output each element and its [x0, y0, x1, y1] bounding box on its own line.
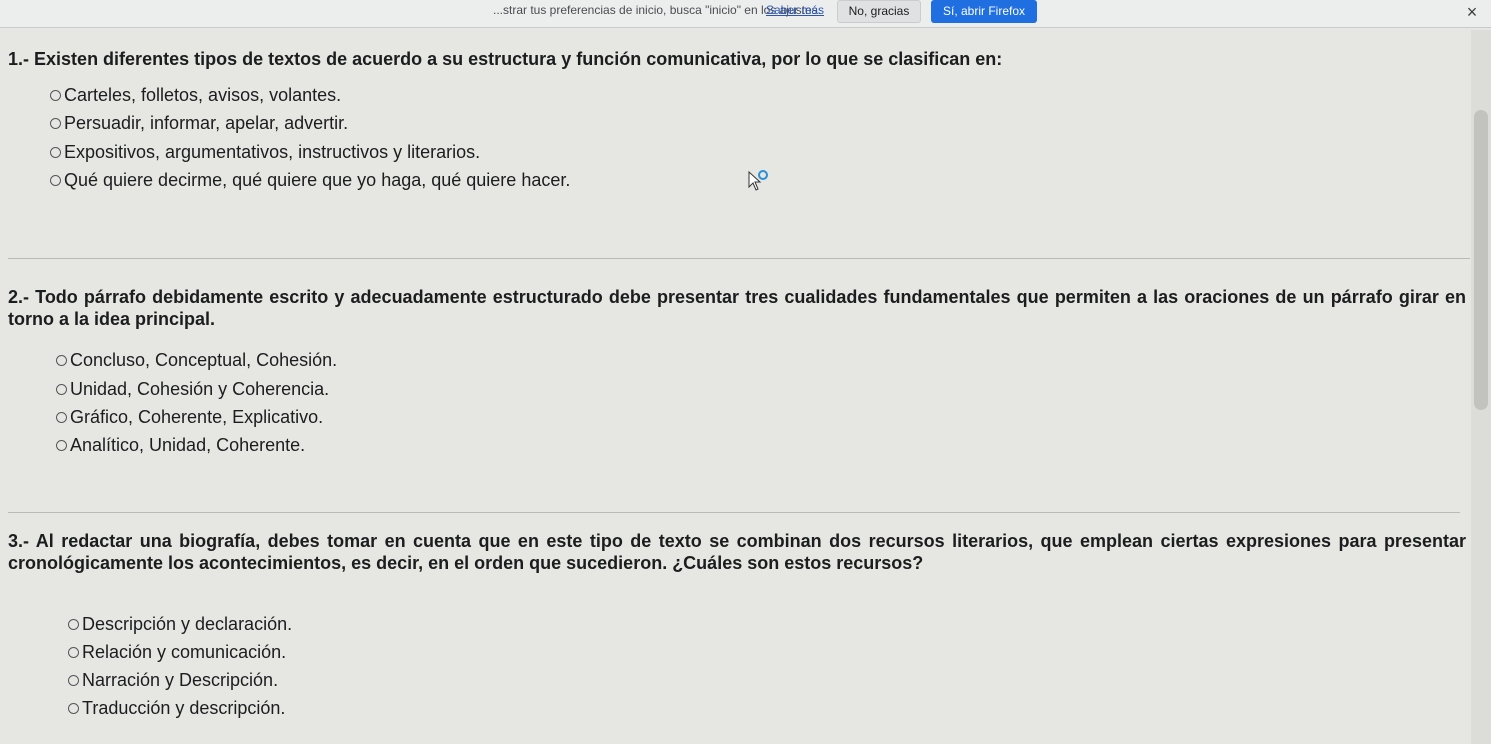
question-3-option-2[interactable]: Relación y comunicación. — [68, 641, 286, 663]
question-1-prompt: Existen diferentes tipos de textos de ac… — [34, 49, 1003, 69]
question-2-option-2[interactable]: Unidad, Cohesión y Coherencia. — [56, 378, 329, 400]
question-divider — [8, 512, 1460, 513]
radio-button[interactable] — [56, 354, 67, 366]
option-label: Unidad, Cohesión y Coherencia. — [70, 379, 330, 399]
question-2-option-1[interactable]: Concluso, Conceptual, Cohesión. — [56, 349, 337, 371]
open-firefox-button[interactable]: Sí, abrir Firefox — [931, 0, 1037, 23]
radio-button[interactable] — [50, 146, 61, 158]
no-thanks-button[interactable]: No, gracias — [837, 0, 921, 23]
question-3-text: 3.- Al redactar una biografía, debes tom… — [8, 530, 1466, 574]
question-3-option-4[interactable]: Traducción y descripción. — [68, 697, 285, 719]
question-3-number: 3.- — [8, 531, 30, 551]
question-1-option-4[interactable]: Qué quiere decirme, qué quiere que yo ha… — [50, 169, 570, 191]
scrollbar-thumb[interactable] — [1474, 110, 1488, 410]
option-label: Expositivos, argumentativos, instructivo… — [64, 142, 481, 162]
option-label: Concluso, Conceptual, Cohesión. — [70, 350, 338, 370]
close-icon[interactable]: × — [1462, 2, 1482, 22]
option-label: Gráfico, Coherente, Explicativo. — [70, 407, 324, 427]
question-3-option-1[interactable]: Descripción y declaración. — [68, 613, 292, 635]
question-divider — [8, 258, 1470, 259]
question-1-option-3[interactable]: Expositivos, argumentativos, instructivo… — [50, 141, 480, 163]
option-label: Analítico, Unidad, Coherente. — [70, 435, 306, 455]
question-2-option-3[interactable]: Gráfico, Coherente, Explicativo. — [56, 406, 323, 428]
radio-button[interactable] — [56, 439, 67, 451]
question-1-option-2[interactable]: Persuadir, informar, apelar, advertir. — [50, 112, 348, 134]
radio-button[interactable] — [68, 702, 79, 714]
question-3-option-3[interactable]: Narración y Descripción. — [68, 669, 278, 691]
notification-bar: ...strar tus preferencias de inicio, bus… — [0, 0, 1491, 28]
question-1-option-1[interactable]: Carteles, folletos, avisos, volantes. — [50, 84, 341, 106]
radio-button[interactable] — [56, 383, 67, 395]
radio-button[interactable] — [68, 618, 79, 630]
question-2-text: 2.- Todo párrafo debidamente escrito y a… — [8, 286, 1466, 330]
radio-button[interactable] — [50, 174, 61, 186]
option-label: Qué quiere decirme, qué quiere que yo ha… — [64, 170, 571, 190]
option-label: Persuadir, informar, apelar, advertir. — [64, 113, 349, 133]
radio-button[interactable] — [68, 646, 79, 658]
radio-button[interactable] — [50, 89, 61, 101]
learn-more-link[interactable]: Saber más — [766, 3, 824, 17]
radio-button[interactable] — [56, 411, 67, 423]
mouse-cursor-icon — [748, 170, 768, 191]
question-3-prompt: Al redactar una biografía, debes tomar e… — [8, 531, 1466, 573]
question-2-number: 2.- — [8, 287, 30, 307]
radio-button[interactable] — [68, 674, 79, 686]
question-2-option-4[interactable]: Analítico, Unidad, Coherente. — [56, 434, 305, 456]
option-label: Traducción y descripción. — [82, 698, 286, 718]
option-label: Carteles, folletos, avisos, volantes. — [64, 85, 342, 105]
option-label: Narración y Descripción. — [82, 670, 279, 690]
question-1-number: 1.- — [8, 49, 30, 69]
question-2-prompt: Todo párrafo debidamente escrito y adecu… — [8, 287, 1466, 329]
option-label: Relación y comunicación. — [82, 642, 287, 662]
option-label: Descripción y declaración. — [82, 614, 293, 634]
question-1-text: 1.- Existen diferentes tipos de textos d… — [8, 48, 1458, 70]
radio-button[interactable] — [50, 117, 61, 129]
